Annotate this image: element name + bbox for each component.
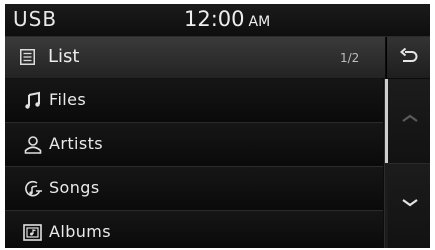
scroll-panel bbox=[384, 79, 430, 248]
album-icon bbox=[23, 223, 43, 243]
page-indicator: 1/2 bbox=[340, 51, 360, 65]
back-button[interactable] bbox=[386, 37, 430, 78]
list-item-artists[interactable]: Artists bbox=[5, 123, 383, 167]
status-bar: USB 12:00 AM bbox=[5, 4, 430, 37]
category-list: Files Artists Songs Albums bbox=[5, 79, 383, 248]
list-item-label: Albums bbox=[49, 222, 112, 241]
list-header: List 1/2 bbox=[5, 37, 385, 79]
clock: 12:00 AM bbox=[184, 7, 270, 31]
list-item-files[interactable]: Files bbox=[5, 79, 383, 123]
source-label: USB bbox=[13, 7, 58, 31]
media-screen: USB 12:00 AM List 1/2 Files Artists Song… bbox=[5, 4, 430, 248]
clock-ampm: AM bbox=[248, 14, 271, 30]
page-title: List bbox=[48, 46, 80, 67]
scroll-up-button[interactable] bbox=[388, 79, 430, 164]
music-note-icon bbox=[23, 91, 43, 111]
songs-icon bbox=[23, 179, 43, 199]
list-item-label: Artists bbox=[49, 134, 103, 153]
clock-time: 12:00 bbox=[184, 7, 245, 31]
list-item-songs[interactable]: Songs bbox=[5, 167, 383, 211]
list-item-albums[interactable]: Albums bbox=[5, 211, 383, 248]
list-item-label: Files bbox=[49, 90, 87, 109]
artist-icon bbox=[23, 135, 43, 155]
scroll-down-button[interactable] bbox=[388, 164, 430, 248]
list-icon bbox=[20, 49, 35, 65]
list-item-label: Songs bbox=[49, 178, 100, 197]
